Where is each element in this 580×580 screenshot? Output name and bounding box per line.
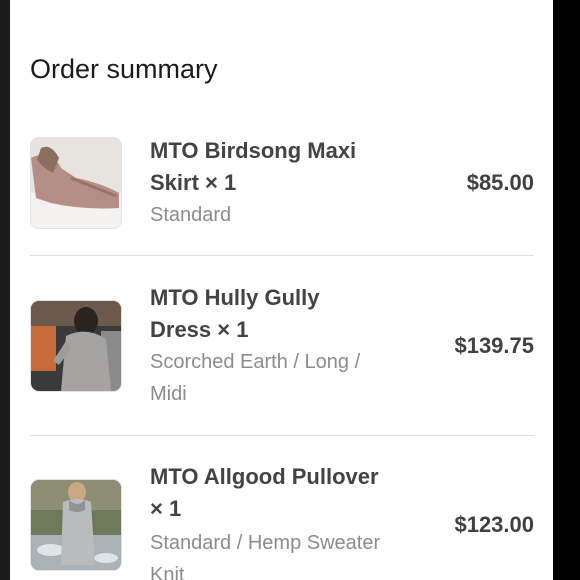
item-name: MTO Hully Gully Dress × 1 — [150, 285, 320, 342]
product-thumbnail[interactable] — [30, 300, 122, 392]
item-name: MTO Allgood Pullover × 1 — [150, 464, 379, 521]
item-variant: Scorched Earth / Long / Midi — [150, 351, 361, 405]
screen: Order summary MTO Birdsong Maxi Skirt × … — [0, 0, 580, 580]
order-summary-panel: Order summary MTO Birdsong Maxi Skirt × … — [10, 0, 553, 580]
item-variant: Standard — [150, 204, 232, 226]
item-price: $139.75 — [454, 333, 534, 358]
pullover-photo-icon — [31, 480, 121, 570]
item-name: MTO Birdsong Maxi Skirt × 1 — [150, 138, 357, 195]
order-item[interactable]: MTO Allgood Pullover × 1 Standard / Hemp… — [30, 464, 534, 580]
order-summary-title: Order summary — [30, 54, 218, 84]
product-thumbnail[interactable] — [30, 479, 122, 571]
divider — [30, 255, 534, 256]
order-item[interactable]: MTO Hully Gully Dress × 1 Scorched Earth… — [30, 285, 534, 420]
product-thumbnail[interactable] — [30, 137, 122, 229]
item-price: $85.00 — [466, 170, 534, 195]
left-edge — [0, 0, 10, 580]
dress-photo-icon — [31, 301, 121, 391]
divider — [30, 435, 534, 436]
item-variant: Standard / Hemp Sweater Knit — [150, 532, 381, 580]
order-item[interactable]: MTO Birdsong Maxi Skirt × 1 Standard $85… — [30, 137, 534, 237]
skirt-photo-icon — [31, 138, 121, 228]
item-price: $123.00 — [454, 512, 534, 537]
